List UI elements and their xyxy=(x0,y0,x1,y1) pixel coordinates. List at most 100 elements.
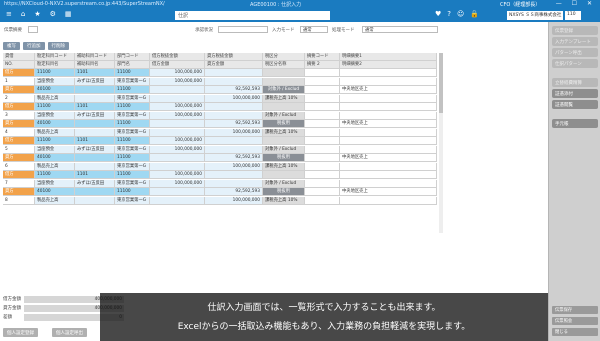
cell-sub[interactable]: 1101 xyxy=(75,137,115,145)
star-icon[interactable]: ★ xyxy=(34,10,40,19)
cell-credit[interactable]: 92,592,593 xyxy=(205,86,263,94)
cell-acct[interactable]: 当座預金 xyxy=(35,111,75,120)
cell-sub[interactable]: みずほ/五反田 xyxy=(75,145,115,154)
cell-sub[interactable] xyxy=(75,128,115,137)
cell-tax[interactable]: 対象外 / Exclud xyxy=(263,179,305,188)
cell-memo[interactable] xyxy=(340,179,437,188)
cell-dept[interactable]: 11100 xyxy=(115,137,150,145)
cell-tax[interactable] xyxy=(263,171,305,179)
cell-memo[interactable] xyxy=(340,137,437,145)
grid-icon[interactable]: ≡ xyxy=(6,10,12,19)
lock-icon[interactable]: 🔒 xyxy=(470,10,479,19)
cell-debit[interactable]: 100,000,000 xyxy=(150,69,205,77)
cell-credit[interactable] xyxy=(205,145,263,154)
list-icon[interactable]: ▦ xyxy=(65,10,72,19)
cell-code[interactable] xyxy=(305,111,340,120)
cell-dc[interactable]: 5 xyxy=(3,145,35,154)
cell-dc[interactable]: 貸方 xyxy=(3,86,35,94)
cell-memo[interactable] xyxy=(340,111,437,120)
cell-debit[interactable]: 100,000,000 xyxy=(150,171,205,179)
sidebar-item-view-evidence[interactable]: 証憑閲覧 xyxy=(552,100,598,109)
cell-code[interactable] xyxy=(305,137,340,145)
cell-credit[interactable]: 92,592,593 xyxy=(205,154,263,162)
sidebar-item-register[interactable]: 伝票登録 xyxy=(552,26,598,35)
cell-memo[interactable]: 中央地区売上 xyxy=(340,188,437,196)
cell-credit[interactable]: 92,592,593 xyxy=(205,120,263,128)
copy-button[interactable]: 複写 xyxy=(3,42,20,50)
cell-dc[interactable]: 6 xyxy=(3,162,35,171)
sidebar-item-ledger[interactable]: 手元帳 xyxy=(552,119,598,128)
cell-debit[interactable]: 100,000,000 xyxy=(150,111,205,120)
cell-dc[interactable]: 2 xyxy=(3,94,35,103)
cell-debit[interactable] xyxy=(150,196,205,205)
cell-dc[interactable]: 1 xyxy=(3,77,35,86)
cell-debit[interactable] xyxy=(150,86,205,94)
zoom-select[interactable]: 110 xyxy=(565,11,581,20)
cell-tax[interactable] xyxy=(263,137,305,145)
cell-acct[interactable]: 製品売上高 xyxy=(35,128,75,137)
cell-credit[interactable]: 92,592,593 xyxy=(205,188,263,196)
cell-dc[interactable]: 貸方 xyxy=(3,188,35,196)
cell-debit[interactable] xyxy=(150,154,205,162)
cell-dc[interactable]: 7 xyxy=(3,179,35,188)
cell-code[interactable] xyxy=(305,145,340,154)
sidebar-item-expense[interactable]: 立替経費精算 xyxy=(552,78,598,87)
cell-dept[interactable]: 東京営業第一G xyxy=(115,179,150,188)
cell-code[interactable] xyxy=(305,179,340,188)
cell-code[interactable] xyxy=(305,162,340,171)
cell-sub[interactable] xyxy=(75,154,115,162)
cell-dc[interactable]: 4 xyxy=(3,128,35,137)
cell-dc[interactable]: 借方 xyxy=(3,137,35,145)
cell-dept[interactable]: 11100 xyxy=(115,103,150,111)
cell-credit[interactable] xyxy=(205,111,263,120)
cell-tax[interactable]: 対象外 / Exclud xyxy=(263,145,305,154)
sidebar-item-pattern-call[interactable]: パターン呼出 xyxy=(552,48,598,57)
cell-tax[interactable]: 対象外 / Exclud xyxy=(263,111,305,120)
cell-code[interactable] xyxy=(305,77,340,86)
cell-sub[interactable]: 1101 xyxy=(75,69,115,77)
cell-sub[interactable]: 1101 xyxy=(75,171,115,179)
sidebar-item-input-template[interactable]: 入力テンプレート xyxy=(552,37,598,46)
menu-search-input[interactable]: 仕訳 xyxy=(175,11,330,20)
cell-acct[interactable]: 11100 xyxy=(35,69,75,77)
delete-row-button[interactable]: 行削除 xyxy=(47,42,69,50)
cell-sub[interactable]: みずほ/五反田 xyxy=(75,179,115,188)
cell-debit[interactable] xyxy=(150,94,205,103)
cell-credit[interactable]: 100,000,000 xyxy=(205,94,263,103)
cell-tax[interactable]: 税抜用 xyxy=(263,188,305,196)
cell-sub[interactable] xyxy=(75,196,115,205)
cell-tax[interactable] xyxy=(263,103,305,111)
cell-tax[interactable]: 課税売上高 10% xyxy=(263,162,305,171)
input-mode-field[interactable]: 通常 xyxy=(300,26,328,33)
cell-debit[interactable]: 100,000,000 xyxy=(150,145,205,154)
cell-dept[interactable]: 東京営業第一G xyxy=(115,196,150,205)
cell-debit[interactable] xyxy=(150,128,205,137)
help-icon[interactable]: ? xyxy=(447,10,451,19)
cell-dept[interactable]: 東京営業第一G xyxy=(115,145,150,154)
home-icon[interactable]: ⌂ xyxy=(21,10,25,19)
sidebar-item-attach[interactable]: 証憑添付 xyxy=(552,89,598,98)
cell-dept[interactable]: 東京営業第一G xyxy=(115,111,150,120)
cell-credit[interactable]: 100,000,000 xyxy=(205,162,263,171)
cell-debit[interactable]: 100,000,000 xyxy=(150,103,205,111)
grid-scrollbar[interactable] xyxy=(439,53,443,233)
cell-dept[interactable]: 東京営業第一G xyxy=(115,77,150,86)
cell-tax[interactable]: 課税売上高 10% xyxy=(263,94,305,103)
cell-acct[interactable]: 当座預金 xyxy=(35,77,75,86)
cell-memo[interactable] xyxy=(340,171,437,179)
cell-memo[interactable] xyxy=(340,77,437,86)
cell-acct[interactable]: 製品売上高 xyxy=(35,94,75,103)
cell-memo[interactable]: 中央地区売上 xyxy=(340,154,437,162)
cell-credit[interactable] xyxy=(205,171,263,179)
cell-dept[interactable]: 東京営業第一G xyxy=(115,162,150,171)
cell-debit[interactable]: 100,000,000 xyxy=(150,77,205,86)
cell-credit[interactable] xyxy=(205,77,263,86)
cell-credit[interactable] xyxy=(205,179,263,188)
cell-code[interactable] xyxy=(305,196,340,205)
sidebar-item-journal-pattern[interactable]: 仕訳パターン xyxy=(552,59,598,68)
cell-dept[interactable]: 東京営業第一G xyxy=(115,94,150,103)
cell-acct[interactable]: 製品売上高 xyxy=(35,162,75,171)
cell-code[interactable] xyxy=(305,69,340,77)
cell-acct[interactable]: 40100 xyxy=(35,120,75,128)
window-controls[interactable]: — ☐ ✕ xyxy=(556,0,596,7)
